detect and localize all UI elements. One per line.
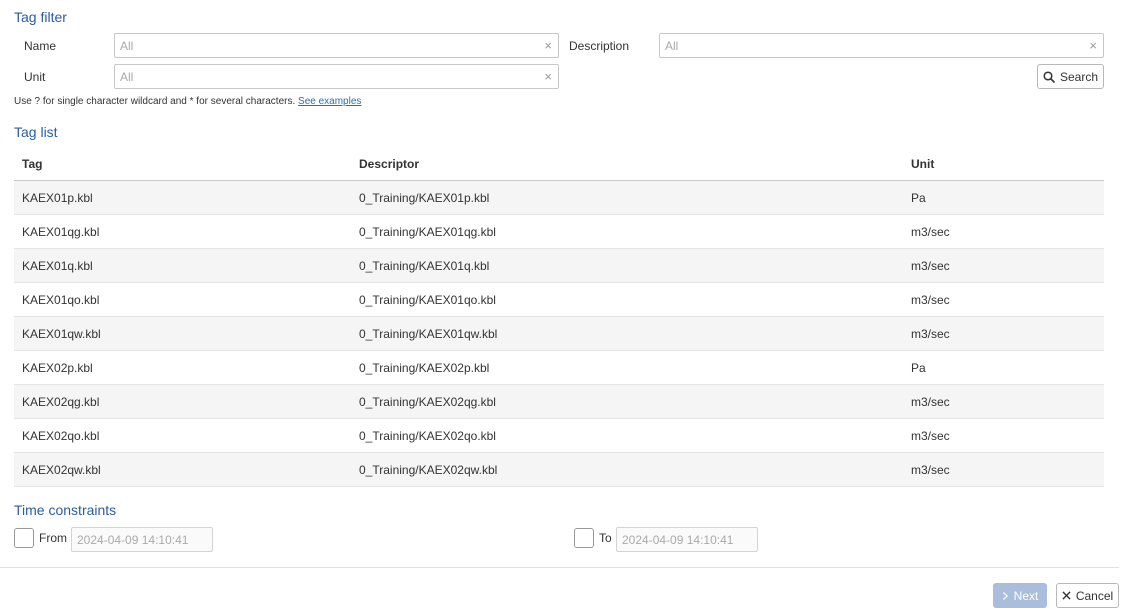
cell-descriptor: 0_Training/KAEX02qg.kbl xyxy=(359,394,496,409)
table-row[interactable]: KAEX01qg.kbl 0_Training/KAEX01qg.kbl m3/se… xyxy=(14,215,1104,249)
close-icon xyxy=(1062,591,1071,600)
search-button-label: Search xyxy=(1059,69,1099,84)
cell-tag: KAEX02qg.kbl xyxy=(22,394,100,409)
table-body: KAEX01p.kbl 0_Training/KAEX01p.kbl Pa KAEX… xyxy=(14,181,1104,487)
see-examples-link[interactable]: See examples xyxy=(298,96,361,107)
unit-field-wrapper: × xyxy=(114,64,559,89)
from-field-wrapper xyxy=(71,527,213,552)
cell-unit: Pa xyxy=(911,190,926,205)
cell-descriptor: 0_Training/KAEX01q.kbl xyxy=(359,258,490,273)
cell-unit: m3/sec xyxy=(911,428,950,443)
next-button-label: Next xyxy=(1013,588,1039,603)
cell-descriptor: 0_Training/KAEX01p.kbl xyxy=(359,190,490,205)
cancel-button[interactable]: Cancel xyxy=(1056,583,1119,608)
tag-table: Tag Descriptor Unit KAEX01p.kbl 0_Trainin… xyxy=(14,147,1104,487)
chevron-right-icon xyxy=(1002,591,1008,600)
cell-unit: m3/sec xyxy=(911,224,950,239)
table-row[interactable]: KAEX02qw.kbl 0_Training/KAEX02qw.kbl m3/se… xyxy=(14,453,1104,487)
description-field-wrapper: × xyxy=(659,33,1104,58)
cell-descriptor: 0_Training/KAEX02qo.kbl xyxy=(359,428,496,443)
cell-tag: KAEX01qw.kbl xyxy=(22,326,101,341)
from-datetime-input[interactable] xyxy=(72,528,212,551)
time-constraints-title: Time constraints xyxy=(14,502,117,518)
cell-descriptor: 0_Training/KAEX01qo.kbl xyxy=(359,292,496,307)
cell-tag: KAEX02qw.kbl xyxy=(22,462,101,477)
cell-descriptor: 0_Training/KAEX01qg.kbl xyxy=(359,224,496,239)
cell-tag: KAEX01p.kbl xyxy=(22,190,93,205)
table-row[interactable]: KAEX01qw.kbl 0_Training/KAEX01qw.kbl m3/se… xyxy=(14,317,1104,351)
cell-tag: KAEX01q.kbl xyxy=(22,258,93,273)
table-row[interactable]: KAEX01p.kbl 0_Training/KAEX01p.kbl Pa xyxy=(14,181,1104,215)
table-row[interactable]: KAEX01qo.kbl 0_Training/KAEX01qo.kbl m3/se… xyxy=(14,283,1104,317)
cell-tag: KAEX01qo.kbl xyxy=(22,292,100,307)
cell-tag: KAEX02qo.kbl xyxy=(22,428,100,443)
name-clear-icon[interactable]: × xyxy=(544,38,552,53)
magnifier-icon xyxy=(1043,70,1055,83)
description-label: Description xyxy=(569,39,630,53)
table-row[interactable]: KAEX02p.kbl 0_Training/KAEX02p.kbl Pa xyxy=(14,351,1104,385)
cell-unit: m3/sec xyxy=(911,292,950,307)
cell-unit: m3/sec xyxy=(911,326,950,341)
cancel-button-label: Cancel xyxy=(1075,588,1114,603)
hint-text: Use ? for single character wildcard and … xyxy=(14,96,296,107)
from-checkbox[interactable] xyxy=(14,528,34,548)
wildcard-hint: Use ? for single character wildcard and … xyxy=(14,96,361,107)
name-input[interactable] xyxy=(115,34,534,57)
tag-list-title: Tag list xyxy=(14,124,58,140)
cell-descriptor: 0_Training/KAEX02p.kbl xyxy=(359,360,490,375)
from-label: From xyxy=(39,531,67,545)
unit-input[interactable] xyxy=(115,65,534,88)
table-row[interactable]: KAEX01q.kbl 0_Training/KAEX01q.kbl m3/sec xyxy=(14,249,1104,283)
name-field-wrapper: × xyxy=(114,33,559,58)
to-field-wrapper xyxy=(616,527,758,552)
cell-descriptor: 0_Training/KAEX02qw.kbl xyxy=(359,462,498,477)
next-button[interactable]: Next xyxy=(993,583,1047,608)
description-clear-icon[interactable]: × xyxy=(1089,38,1097,53)
cell-unit: m3/sec xyxy=(911,258,950,273)
unit-label: Unit xyxy=(24,70,46,84)
column-header-descriptor[interactable]: Descriptor xyxy=(351,157,903,171)
description-input[interactable] xyxy=(660,34,1079,57)
cell-unit: m3/sec xyxy=(911,394,950,409)
search-button[interactable]: Search xyxy=(1037,64,1104,89)
column-header-unit[interactable]: Unit xyxy=(903,157,1104,171)
cell-descriptor: 0_Training/KAEX01qw.kbl xyxy=(359,326,498,341)
cell-tag: KAEX01qg.kbl xyxy=(22,224,100,239)
table-header: Tag Descriptor Unit xyxy=(14,147,1104,181)
cell-unit: m3/sec xyxy=(911,462,950,477)
to-datetime-input[interactable] xyxy=(617,528,757,551)
to-label: To xyxy=(599,531,612,545)
cell-unit: Pa xyxy=(911,360,926,375)
name-label: Name xyxy=(24,39,57,53)
footer-divider xyxy=(0,567,1119,568)
table-row[interactable]: KAEX02qg.kbl 0_Training/KAEX02qg.kbl m3/se… xyxy=(14,385,1104,419)
cell-tag: KAEX02p.kbl xyxy=(22,360,93,375)
unit-clear-icon[interactable]: × xyxy=(544,69,552,84)
table-row[interactable]: KAEX02qo.kbl 0_Training/KAEX02qo.kbl m3/se… xyxy=(14,419,1104,453)
tag-filter-title: Tag filter xyxy=(14,9,67,25)
column-header-tag[interactable]: Tag xyxy=(14,157,351,171)
to-checkbox[interactable] xyxy=(574,528,594,548)
